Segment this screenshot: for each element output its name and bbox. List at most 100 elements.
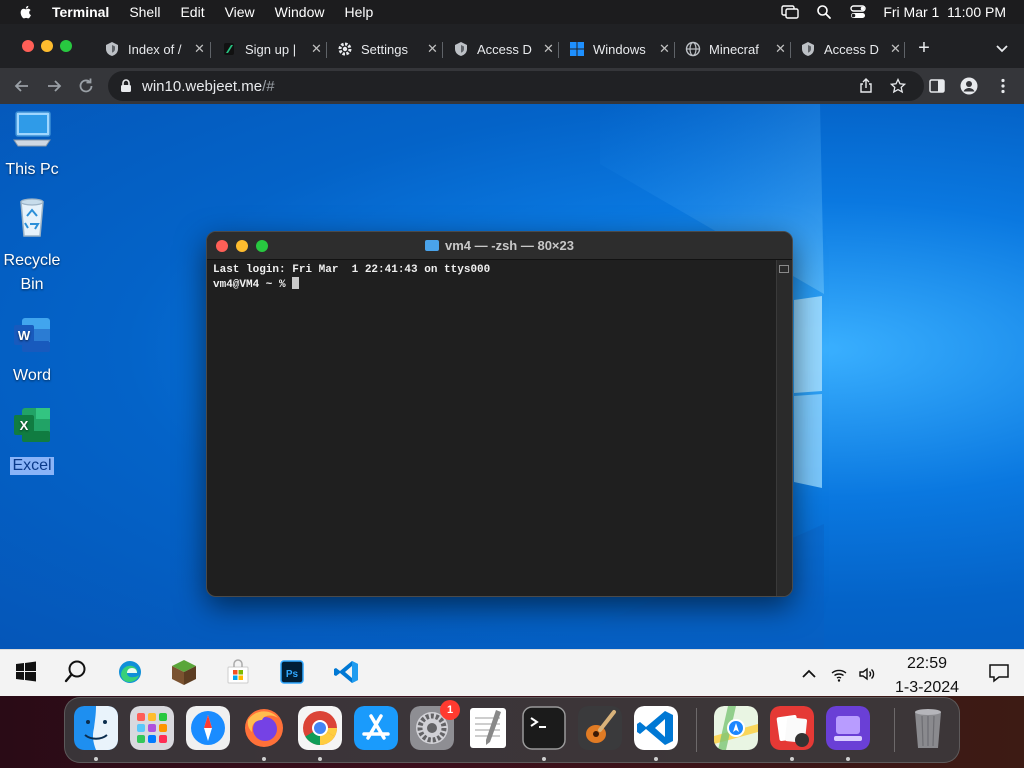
menu-view[interactable]: View xyxy=(225,4,255,20)
terminal-icon[interactable] xyxy=(522,706,566,750)
terminal-title: vm4 — -zsh — 80×23 xyxy=(207,238,792,253)
tab-title: Access D xyxy=(824,41,879,57)
launchpad-icon[interactable] xyxy=(130,706,174,750)
lock-icon[interactable] xyxy=(120,79,132,93)
edge-icon[interactable] xyxy=(116,658,144,686)
bookmark-star-icon[interactable] xyxy=(890,78,906,94)
browser-tab-windows[interactable]: Windows ✕ xyxy=(569,32,673,66)
browser-minimize-button[interactable] xyxy=(41,40,53,52)
windows-taskbar: Ps 22:59 1-3-2024 xyxy=(0,649,1024,696)
apple-menu-icon[interactable] xyxy=(18,4,34,20)
terminal-title-text: vm4 — -zsh — 80×23 xyxy=(445,238,574,253)
menu-help[interactable]: Help xyxy=(344,4,373,20)
tab-separator xyxy=(674,42,675,58)
tab-close-icon[interactable]: ✕ xyxy=(775,41,789,57)
more-menu-icon[interactable] xyxy=(994,77,1012,95)
maps-icon[interactable] xyxy=(714,706,758,750)
tab-close-icon[interactable]: ✕ xyxy=(427,41,441,57)
tab-separator xyxy=(904,42,905,58)
terminal-titlebar[interactable]: vm4 — -zsh — 80×23 xyxy=(207,232,792,260)
garageband-icon[interactable] xyxy=(578,706,622,750)
volume-icon[interactable] xyxy=(858,665,876,683)
url-text[interactable]: win10.webjeet.me/# xyxy=(142,78,275,95)
tab-close-icon[interactable]: ✕ xyxy=(890,41,904,57)
minecraft-icon[interactable] xyxy=(170,658,198,686)
terminal-scrollbar[interactable] xyxy=(776,260,792,596)
tab-close-icon[interactable]: ✕ xyxy=(311,41,325,57)
search-icon[interactable] xyxy=(62,658,90,686)
show-hidden-icons-chevron-icon[interactable] xyxy=(800,665,818,683)
safari-icon[interactable] xyxy=(186,706,230,750)
vscode-icon[interactable] xyxy=(634,706,678,750)
globe-icon xyxy=(685,41,701,57)
control-center-icon[interactable] xyxy=(849,4,867,20)
screen-mirroring-icon[interactable] xyxy=(781,4,800,20)
tab-close-icon[interactable]: ✕ xyxy=(659,41,673,57)
running-indicator xyxy=(318,757,322,761)
taskbar-clock[interactable]: 22:59 1-3-2024 xyxy=(878,654,976,698)
new-tab-button[interactable]: + xyxy=(914,38,934,58)
terminal-output[interactable]: Last login: Fri Mar 1 22:41:43 on ttys00… xyxy=(213,263,490,292)
notification-center-icon[interactable] xyxy=(988,662,1010,684)
chrome-icon[interactable] xyxy=(298,706,342,750)
folder-icon xyxy=(425,240,439,251)
share-icon[interactable] xyxy=(858,78,874,94)
firefox-icon[interactable] xyxy=(242,706,286,750)
notification-badge: 1 xyxy=(440,700,460,720)
tab-favicon-icon xyxy=(221,41,237,57)
spotlight-search-icon[interactable] xyxy=(815,4,833,20)
browser-tab[interactable]: Access D ✕ xyxy=(800,32,904,66)
simulator-icon[interactable] xyxy=(826,706,870,750)
tab-close-icon[interactable]: ✕ xyxy=(194,41,208,57)
terminal-window[interactable]: vm4 — -zsh — 80×23 Last login: Fri Mar 1… xyxy=(206,231,793,597)
terminal-last-login: Last login: Fri Mar 1 22:41:43 on ttys00… xyxy=(213,264,491,276)
menu-bar-clock[interactable]: Fri Mar 1 11:00 PM xyxy=(883,4,1006,20)
browser-tab[interactable]: Settings ✕ xyxy=(337,32,441,66)
terminal-prompt: vm4@VM4 ~ % xyxy=(213,279,293,291)
trash-icon[interactable] xyxy=(906,706,950,750)
browser-zoom-button[interactable] xyxy=(60,40,72,52)
menu-bar-extras: Fri Mar 1 11:00 PM xyxy=(781,0,1006,24)
app-store-icon[interactable] xyxy=(354,706,398,750)
windows-start-icon[interactable] xyxy=(12,658,40,686)
tab-close-icon[interactable]: ✕ xyxy=(543,41,557,57)
tab-title: Settings xyxy=(361,41,408,57)
running-indicator xyxy=(654,757,658,761)
tab-title: Access D xyxy=(477,41,532,57)
menu-window[interactable]: Window xyxy=(275,4,325,20)
computer-icon xyxy=(13,111,51,147)
tab-favicon-icon xyxy=(800,41,816,57)
photoshop-icon[interactable]: Ps xyxy=(278,658,306,686)
menu-app-name[interactable]: Terminal xyxy=(52,4,109,20)
browser-close-button[interactable] xyxy=(22,40,34,52)
browser-tab[interactable]: Sign up | ✕ xyxy=(221,32,325,66)
desktop-icon-word[interactable]: W Word xyxy=(0,314,64,385)
reload-icon[interactable] xyxy=(76,76,96,96)
desktop-icon-this-pc[interactable]: This Pc xyxy=(0,108,64,179)
svg-text:W: W xyxy=(18,328,31,343)
finder-icon[interactable] xyxy=(74,706,118,750)
store-icon[interactable] xyxy=(224,658,252,686)
desktop-icon-label: Recycle Bin xyxy=(3,252,61,293)
textedit-icon[interactable] xyxy=(466,706,510,750)
desktop-icon-excel[interactable]: X Excel xyxy=(0,404,64,475)
address-bar[interactable]: win10.webjeet.me/# xyxy=(108,71,924,101)
network-wifi-icon[interactable] xyxy=(830,665,848,683)
menu-shell[interactable]: Shell xyxy=(129,4,160,20)
browser-tab[interactable]: Access D ✕ xyxy=(453,32,557,66)
windows-logo-icon xyxy=(569,41,585,57)
photo-booth-icon[interactable] xyxy=(770,706,814,750)
vscode-icon[interactable] xyxy=(332,658,360,686)
word-icon: W xyxy=(14,318,50,352)
profile-avatar-icon[interactable] xyxy=(960,77,978,95)
desktop-icon-recycle-bin[interactable]: Recycle Bin xyxy=(0,196,64,297)
back-arrow-icon[interactable] xyxy=(12,76,32,96)
scrollbar-button-icon[interactable] xyxy=(779,265,789,273)
menu-edit[interactable]: Edit xyxy=(180,4,204,20)
side-panel-icon[interactable] xyxy=(928,77,946,95)
taskbar-time: 22:59 xyxy=(906,655,948,672)
browser-tab[interactable]: Index of / ✕ xyxy=(104,32,208,66)
browser-tab[interactable]: Minecraf ✕ xyxy=(685,32,789,66)
forward-arrow-icon[interactable] xyxy=(44,76,64,96)
tab-search-chevron-icon[interactable] xyxy=(994,40,1010,56)
